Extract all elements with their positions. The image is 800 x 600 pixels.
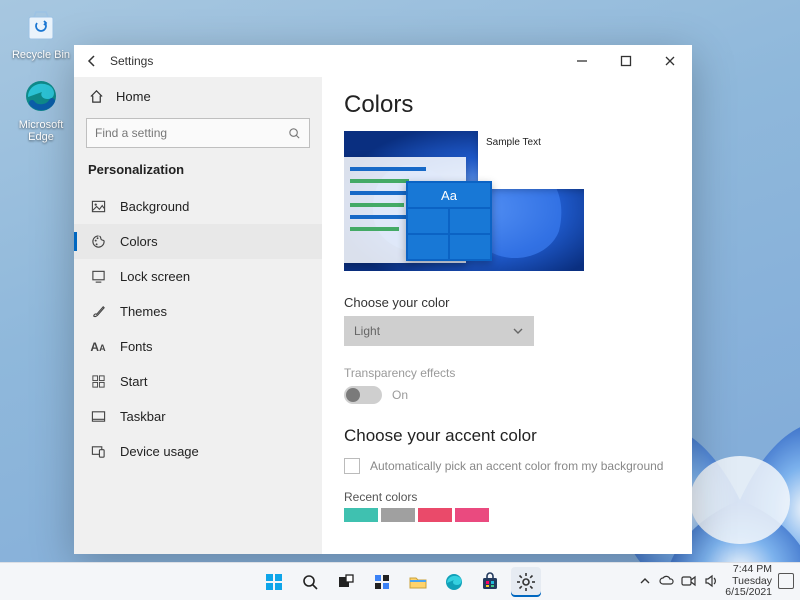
preview-aa: Aa — [408, 183, 490, 207]
search-input[interactable]: Find a setting — [86, 118, 310, 148]
widgets-button[interactable] — [367, 567, 397, 597]
color-swatch[interactable] — [455, 508, 489, 522]
start-button[interactable] — [259, 567, 289, 597]
home-icon — [88, 89, 104, 104]
sidebar-item-label: Start — [120, 374, 147, 389]
edge-button[interactable] — [439, 567, 469, 597]
sidebar-item-fonts[interactable]: AA Fonts — [74, 329, 322, 364]
sidebar-item-label: Colors — [120, 234, 158, 249]
device-usage-icon — [90, 444, 106, 459]
chevron-down-icon — [512, 325, 524, 337]
sidebar-item-label: Taskbar — [120, 409, 166, 424]
sidebar-item-label: Background — [120, 199, 189, 214]
recycle-bin-icon[interactable]: Recycle Bin — [8, 6, 74, 61]
color-swatch[interactable] — [381, 508, 415, 522]
onedrive-icon[interactable] — [659, 573, 675, 589]
taskbar-search-button[interactable] — [295, 567, 325, 597]
preview-start: Aa — [406, 181, 492, 261]
close-button[interactable] — [648, 45, 692, 77]
tray-chevron-icon[interactable] — [637, 573, 653, 589]
sidebar-item-label: Device usage — [120, 444, 199, 459]
lock-screen-icon — [90, 269, 106, 284]
system-tray: 7:44 PM Tuesday 6/15/2021 — [637, 564, 800, 599]
sidebar-item-colors[interactable]: Colors — [74, 224, 322, 259]
search-placeholder: Find a setting — [95, 126, 167, 140]
choose-color-value: Light — [354, 324, 380, 338]
taskbar-center — [259, 567, 541, 597]
clock-time: 7:44 PM — [725, 564, 772, 576]
palette-icon — [90, 234, 106, 249]
maximize-button[interactable] — [604, 45, 648, 77]
transparency-value: On — [392, 388, 408, 402]
page-title: Colors — [344, 91, 670, 119]
taskbar: 7:44 PM Tuesday 6/15/2021 — [0, 562, 800, 600]
sidebar-item-themes[interactable]: Themes — [74, 294, 322, 329]
auto-accent-label: Automatically pick an accent color from … — [370, 459, 663, 473]
choose-color-label: Choose your color — [344, 295, 670, 310]
color-swatch[interactable] — [344, 508, 378, 522]
desktop: Recycle Bin Microsoft Edge Settings — [0, 0, 800, 600]
sidebar: Home Find a setting Personalization Back… — [74, 77, 322, 554]
sample-text: Sample Text — [486, 137, 541, 148]
clock[interactable]: 7:44 PM Tuesday 6/15/2021 — [725, 564, 772, 599]
sidebar-item-label: Themes — [120, 304, 167, 319]
clock-date: 6/15/2021 — [725, 587, 772, 599]
sidebar-item-deviceusage[interactable]: Device usage — [74, 434, 322, 469]
transparency-label: Transparency effects — [344, 366, 670, 380]
sidebar-home[interactable]: Home — [74, 81, 322, 112]
sidebar-item-label: Fonts — [120, 339, 153, 354]
notifications-button[interactable] — [778, 573, 794, 589]
auto-accent-checkbox[interactable] — [344, 458, 360, 474]
color-preview: Sample Text Aa — [344, 131, 584, 271]
settings-window: Settings Home Find a se — [74, 45, 692, 554]
sidebar-section: Personalization — [74, 158, 322, 189]
content-area: Colors Sample Text — [322, 77, 692, 554]
start-tiles-icon — [90, 374, 106, 389]
recent-colors-label: Recent colors — [344, 490, 670, 504]
search-icon — [288, 127, 301, 140]
taskbar-icon — [90, 409, 106, 424]
sidebar-item-taskbar[interactable]: Taskbar — [74, 399, 322, 434]
sidebar-item-background[interactable]: Background — [74, 189, 322, 224]
picture-icon — [90, 199, 106, 214]
recent-colors — [344, 508, 670, 522]
store-button[interactable] — [475, 567, 505, 597]
recycle-bin-label: Recycle Bin — [8, 49, 74, 61]
edge-label: Microsoft Edge — [8, 119, 74, 143]
minimize-button[interactable] — [560, 45, 604, 77]
brush-icon — [90, 304, 106, 319]
window-title: Settings — [110, 54, 153, 68]
edge-icon[interactable]: Microsoft Edge — [8, 76, 74, 143]
sidebar-home-label: Home — [116, 89, 151, 104]
settings-button[interactable] — [511, 567, 541, 597]
taskview-button[interactable] — [331, 567, 361, 597]
explorer-button[interactable] — [403, 567, 433, 597]
fonts-icon: AA — [90, 340, 106, 354]
transparency-toggle[interactable] — [344, 386, 382, 404]
sidebar-item-label: Lock screen — [120, 269, 190, 284]
preview-sample-window: Sample Text — [478, 131, 584, 189]
sidebar-item-start[interactable]: Start — [74, 364, 322, 399]
accent-title: Choose your accent color — [344, 426, 670, 446]
choose-color-select[interactable]: Light — [344, 316, 534, 346]
meet-now-icon[interactable] — [681, 573, 697, 589]
titlebar: Settings — [74, 45, 692, 77]
volume-icon[interactable] — [703, 573, 719, 589]
sidebar-item-lockscreen[interactable]: Lock screen — [74, 259, 322, 294]
color-swatch[interactable] — [418, 508, 452, 522]
back-button[interactable] — [74, 45, 110, 77]
